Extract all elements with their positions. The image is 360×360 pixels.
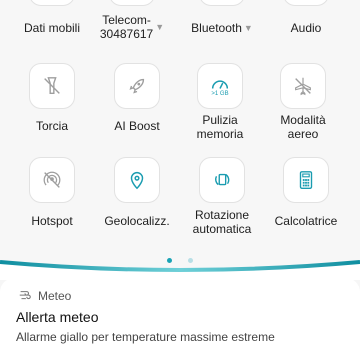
tile-auto-rotate[interactable]: Rotazione automatica <box>177 157 267 236</box>
ai-boost-button[interactable] <box>114 63 160 109</box>
tile-label: Bluetooth <box>191 21 242 35</box>
tile-airplane-mode[interactable]: Modalità aereo <box>258 63 348 141</box>
flashlight-button[interactable] <box>29 63 75 109</box>
airplane-icon <box>295 77 311 96</box>
memory-cleanup-button[interactable]: >1 GB <box>197 63 243 109</box>
weather-app-icon <box>19 291 31 300</box>
notification-body: Allarme giallo per temperature massime e… <box>16 330 275 344</box>
notification-app-header: Meteo <box>18 289 71 303</box>
tile-mobile-data[interactable]: Dati mobili <box>7 0 97 35</box>
tile-location[interactable]: Geolocalizz. <box>92 157 182 228</box>
tile-label: Modalità aereo <box>280 113 326 141</box>
tile-memory-cleanup[interactable]: >1 GB Pulizia memoria <box>175 63 265 141</box>
chevron-down-icon[interactable]: ▼ <box>155 22 164 32</box>
weather-notification[interactable]: Meteo Allerta meteo Allarme giallo per t… <box>0 278 360 360</box>
tile-label: Rotazione automatica <box>192 208 252 236</box>
tile-label: Torcia <box>35 119 68 133</box>
tile-bluetooth[interactable]: Bluetooth ▼ <box>177 0 267 35</box>
location-pin-icon <box>130 172 144 190</box>
calculator-button[interactable] <box>283 157 329 203</box>
notification-app-name: Meteo <box>38 289 72 303</box>
rocket-icon <box>129 78 145 94</box>
tile-label: Pulizia memoria <box>196 113 244 141</box>
tile-wifi[interactable]: Telecom- 30487617 ▼ <box>87 0 177 41</box>
notification-title: Allerta meteo <box>16 309 99 325</box>
tile-label: Telecom- 30487617 <box>99 13 154 41</box>
auto-rotate-icon <box>215 173 230 186</box>
tile-label: Geolocalizz. <box>104 214 170 228</box>
chevron-down-icon[interactable]: ▼ <box>244 23 253 33</box>
tile-label: Calcolatrice <box>274 214 338 228</box>
storage-badge: >1 GB <box>211 90 229 97</box>
location-button[interactable] <box>114 157 160 203</box>
quick-settings-panel: Dati mobili Telecom- 30487617 ▼ Bluetoot… <box>0 0 360 268</box>
auto-rotate-button[interactable] <box>199 157 245 203</box>
tile-calculator[interactable]: Calcolatrice <box>261 157 351 228</box>
panel-divider-wave <box>0 260 360 280</box>
flashlight-off-icon <box>44 77 60 95</box>
hotspot-icon <box>43 171 61 188</box>
airplane-mode-button[interactable] <box>280 63 326 109</box>
tile-ai-boost[interactable]: AI Boost <box>92 63 182 133</box>
tile-label: Hotspot <box>31 214 73 228</box>
tile-label: AI Boost <box>114 119 160 133</box>
tile-flashlight[interactable]: Torcia <box>7 63 97 133</box>
tile-hotspot[interactable]: Hotspot <box>7 157 97 228</box>
tile-audio[interactable]: Audio <box>261 0 351 35</box>
storage-gauge-icon <box>211 80 229 89</box>
hotspot-button[interactable] <box>29 157 75 203</box>
calculator-icon <box>299 171 313 189</box>
